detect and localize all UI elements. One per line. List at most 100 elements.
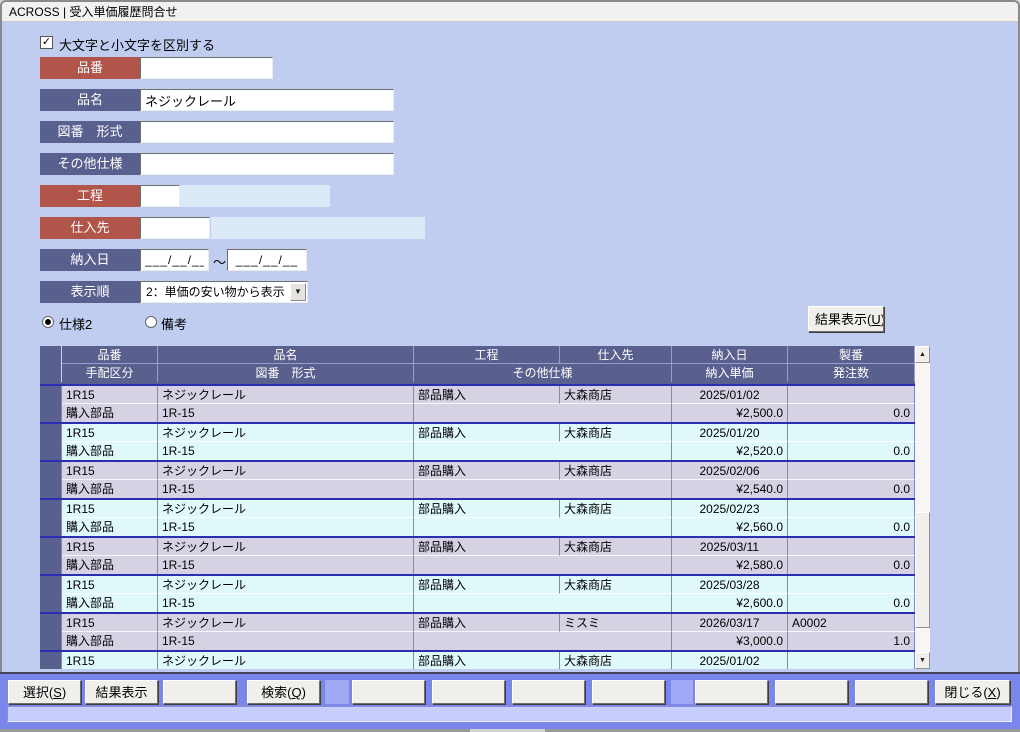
cell-seiban (788, 500, 915, 518)
remarks-radio[interactable] (145, 316, 157, 328)
cell-seiban (788, 462, 915, 480)
cell-order-qty: 0.0 (788, 442, 915, 460)
show-results-button[interactable]: 結果表示(U) (808, 306, 884, 332)
cell-supplier: 大森商店 (560, 500, 672, 518)
results-table: 品番 品名 工程 仕入先 納入日 製番 手配区分 図番 形式 その他仕様 納入単… (40, 346, 930, 669)
select-button[interactable]: 選択(S) (8, 680, 81, 704)
sort-order-label: 表示順 (40, 281, 140, 303)
drawing-no-input[interactable] (140, 121, 394, 143)
cell-part-name: ネジックレール (158, 652, 414, 669)
part-no-input[interactable] (140, 57, 273, 79)
cell-part-name: ネジックレール (158, 462, 414, 480)
sort-order-select[interactable]: 2：単価の安い物から表示 ▼ (140, 281, 308, 303)
cell-other-spec (414, 556, 672, 574)
cell-process: 部品購入 (414, 614, 560, 632)
delivery-date-to-input[interactable] (227, 249, 307, 271)
header-supplier: 仕入先 (560, 346, 672, 364)
row-selector[interactable] (40, 462, 62, 498)
cell-drawing-no: 1R-15 (158, 556, 414, 574)
process-input[interactable] (140, 185, 180, 207)
case-sensitive-checkbox[interactable]: ✓ (40, 36, 53, 49)
row-selector[interactable] (40, 576, 62, 612)
cell-arrange-type: 購入部品 (62, 518, 158, 536)
cell-order-qty: 0.0 (788, 404, 915, 422)
cell-process: 部品購入 (414, 538, 560, 556)
cell-order-qty: 0.0 (788, 556, 915, 574)
cell-unit-price: ¥2,580.0 (672, 556, 788, 574)
table-record[interactable]: 1R15ネジックレール部品購入大森商店2025/02/06購入部品1R-15¥2… (40, 462, 915, 500)
process-label: 工程 (40, 185, 140, 207)
delivery-date-label: 納入日 (40, 249, 140, 271)
row-selector[interactable] (40, 500, 62, 536)
remarks-radio-label: 備考 (161, 314, 187, 333)
table-record[interactable]: 1R15ネジックレール部品購入大森商店2025/03/11購入部品1R-15¥2… (40, 538, 915, 576)
header-process: 工程 (414, 346, 560, 364)
cell-arrange-type: 購入部品 (62, 556, 158, 574)
table-record[interactable]: 1R15ネジックレール部品購入大森商店2025/03/28購入部品1R-15¥2… (40, 576, 915, 614)
supplier-input[interactable] (140, 217, 210, 239)
cell-delivery-date: 2025/03/28 (672, 576, 788, 594)
blank-button-8[interactable] (855, 680, 928, 704)
cell-part-no: 1R15 (62, 462, 158, 480)
blank-button-6[interactable] (695, 680, 768, 704)
drawing-no-label: 図番 形式 (40, 121, 140, 143)
header-arrange-type: 手配区分 (62, 364, 158, 382)
cell-other-spec (414, 632, 672, 650)
cell-delivery-date: 2025/01/02 (672, 386, 788, 404)
table-record[interactable]: 1R15ネジックレール部品購入大森商店2025/01/02 (40, 652, 915, 669)
cell-supplier: 大森商店 (560, 576, 672, 594)
window-title: ACROSS | 受入単価履歴問合せ (9, 5, 177, 19)
cell-seiban: A0002 (788, 614, 915, 632)
blank-button-7[interactable] (775, 680, 848, 704)
row-selector[interactable] (40, 424, 62, 460)
title-bar: ACROSS | 受入単価履歴問合せ (2, 2, 1018, 22)
cell-unit-price: ¥2,600.0 (672, 594, 788, 612)
row-selector[interactable] (40, 386, 62, 422)
table-header: 品番 品名 工程 仕入先 納入日 製番 手配区分 図番 形式 その他仕様 納入単… (40, 346, 915, 386)
part-name-input[interactable] (140, 89, 394, 111)
blank-button-5[interactable] (592, 680, 665, 704)
other-spec-input[interactable] (140, 153, 394, 175)
cell-part-no: 1R15 (62, 614, 158, 632)
footer-spacer (671, 680, 693, 704)
cell-other-spec (414, 404, 672, 422)
cell-unit-price: ¥2,500.0 (672, 404, 788, 422)
blank-button-3[interactable] (432, 680, 505, 704)
cell-process: 部品購入 (414, 500, 560, 518)
table-record[interactable]: 1R15ネジックレール部品購入大森商店2025/02/23購入部品1R-15¥2… (40, 500, 915, 538)
chevron-down-icon[interactable]: ▼ (290, 283, 306, 301)
cell-unit-price: ¥2,540.0 (672, 480, 788, 498)
cell-process: 部品購入 (414, 652, 560, 669)
cell-delivery-date: 2025/01/02 (672, 652, 788, 669)
table-record[interactable]: 1R15ネジックレール部品購入大森商店2025/01/02購入部品1R-15¥2… (40, 386, 915, 424)
blank-button-2[interactable] (352, 680, 425, 704)
table-record[interactable]: 1R15ネジックレール部品購入ミスミ2026/03/17A0002購入部品1R-… (40, 614, 915, 652)
cell-process: 部品購入 (414, 462, 560, 480)
delivery-date-from-input[interactable] (140, 249, 209, 271)
cell-part-name: ネジックレール (158, 538, 414, 556)
row-selector[interactable] (40, 652, 62, 669)
header-order-qty: 発注数 (788, 364, 915, 382)
header-delivery-date: 納入日 (672, 346, 788, 364)
cell-part-no: 1R15 (62, 424, 158, 442)
cell-drawing-no: 1R-15 (158, 404, 414, 422)
date-range-separator: ～ (213, 252, 226, 271)
scrollbar-thumb[interactable] (915, 512, 930, 628)
search-button[interactable]: 検索(Q) (247, 680, 320, 704)
cell-order-qty: 0.0 (788, 594, 915, 612)
row-selector[interactable] (40, 614, 62, 650)
vertical-scrollbar[interactable]: ▲ ▼ (915, 346, 930, 669)
scroll-down-icon[interactable]: ▼ (915, 652, 930, 669)
table-record[interactable]: 1R15ネジックレール部品購入大森商店2025/01/20購入部品1R-15¥2… (40, 424, 915, 462)
row-selector[interactable] (40, 538, 62, 574)
scroll-up-icon[interactable]: ▲ (915, 346, 930, 363)
cell-arrange-type: 購入部品 (62, 594, 158, 612)
blank-button-1[interactable] (163, 680, 236, 704)
result-display-button[interactable]: 結果表示 (85, 680, 158, 704)
spec2-radio[interactable] (42, 316, 54, 328)
blank-button-4[interactable] (512, 680, 585, 704)
header-part-name: 品名 (158, 346, 414, 364)
cell-supplier: 大森商店 (560, 652, 672, 669)
cell-process: 部品購入 (414, 576, 560, 594)
close-button[interactable]: 閉じる(X) (935, 680, 1010, 704)
